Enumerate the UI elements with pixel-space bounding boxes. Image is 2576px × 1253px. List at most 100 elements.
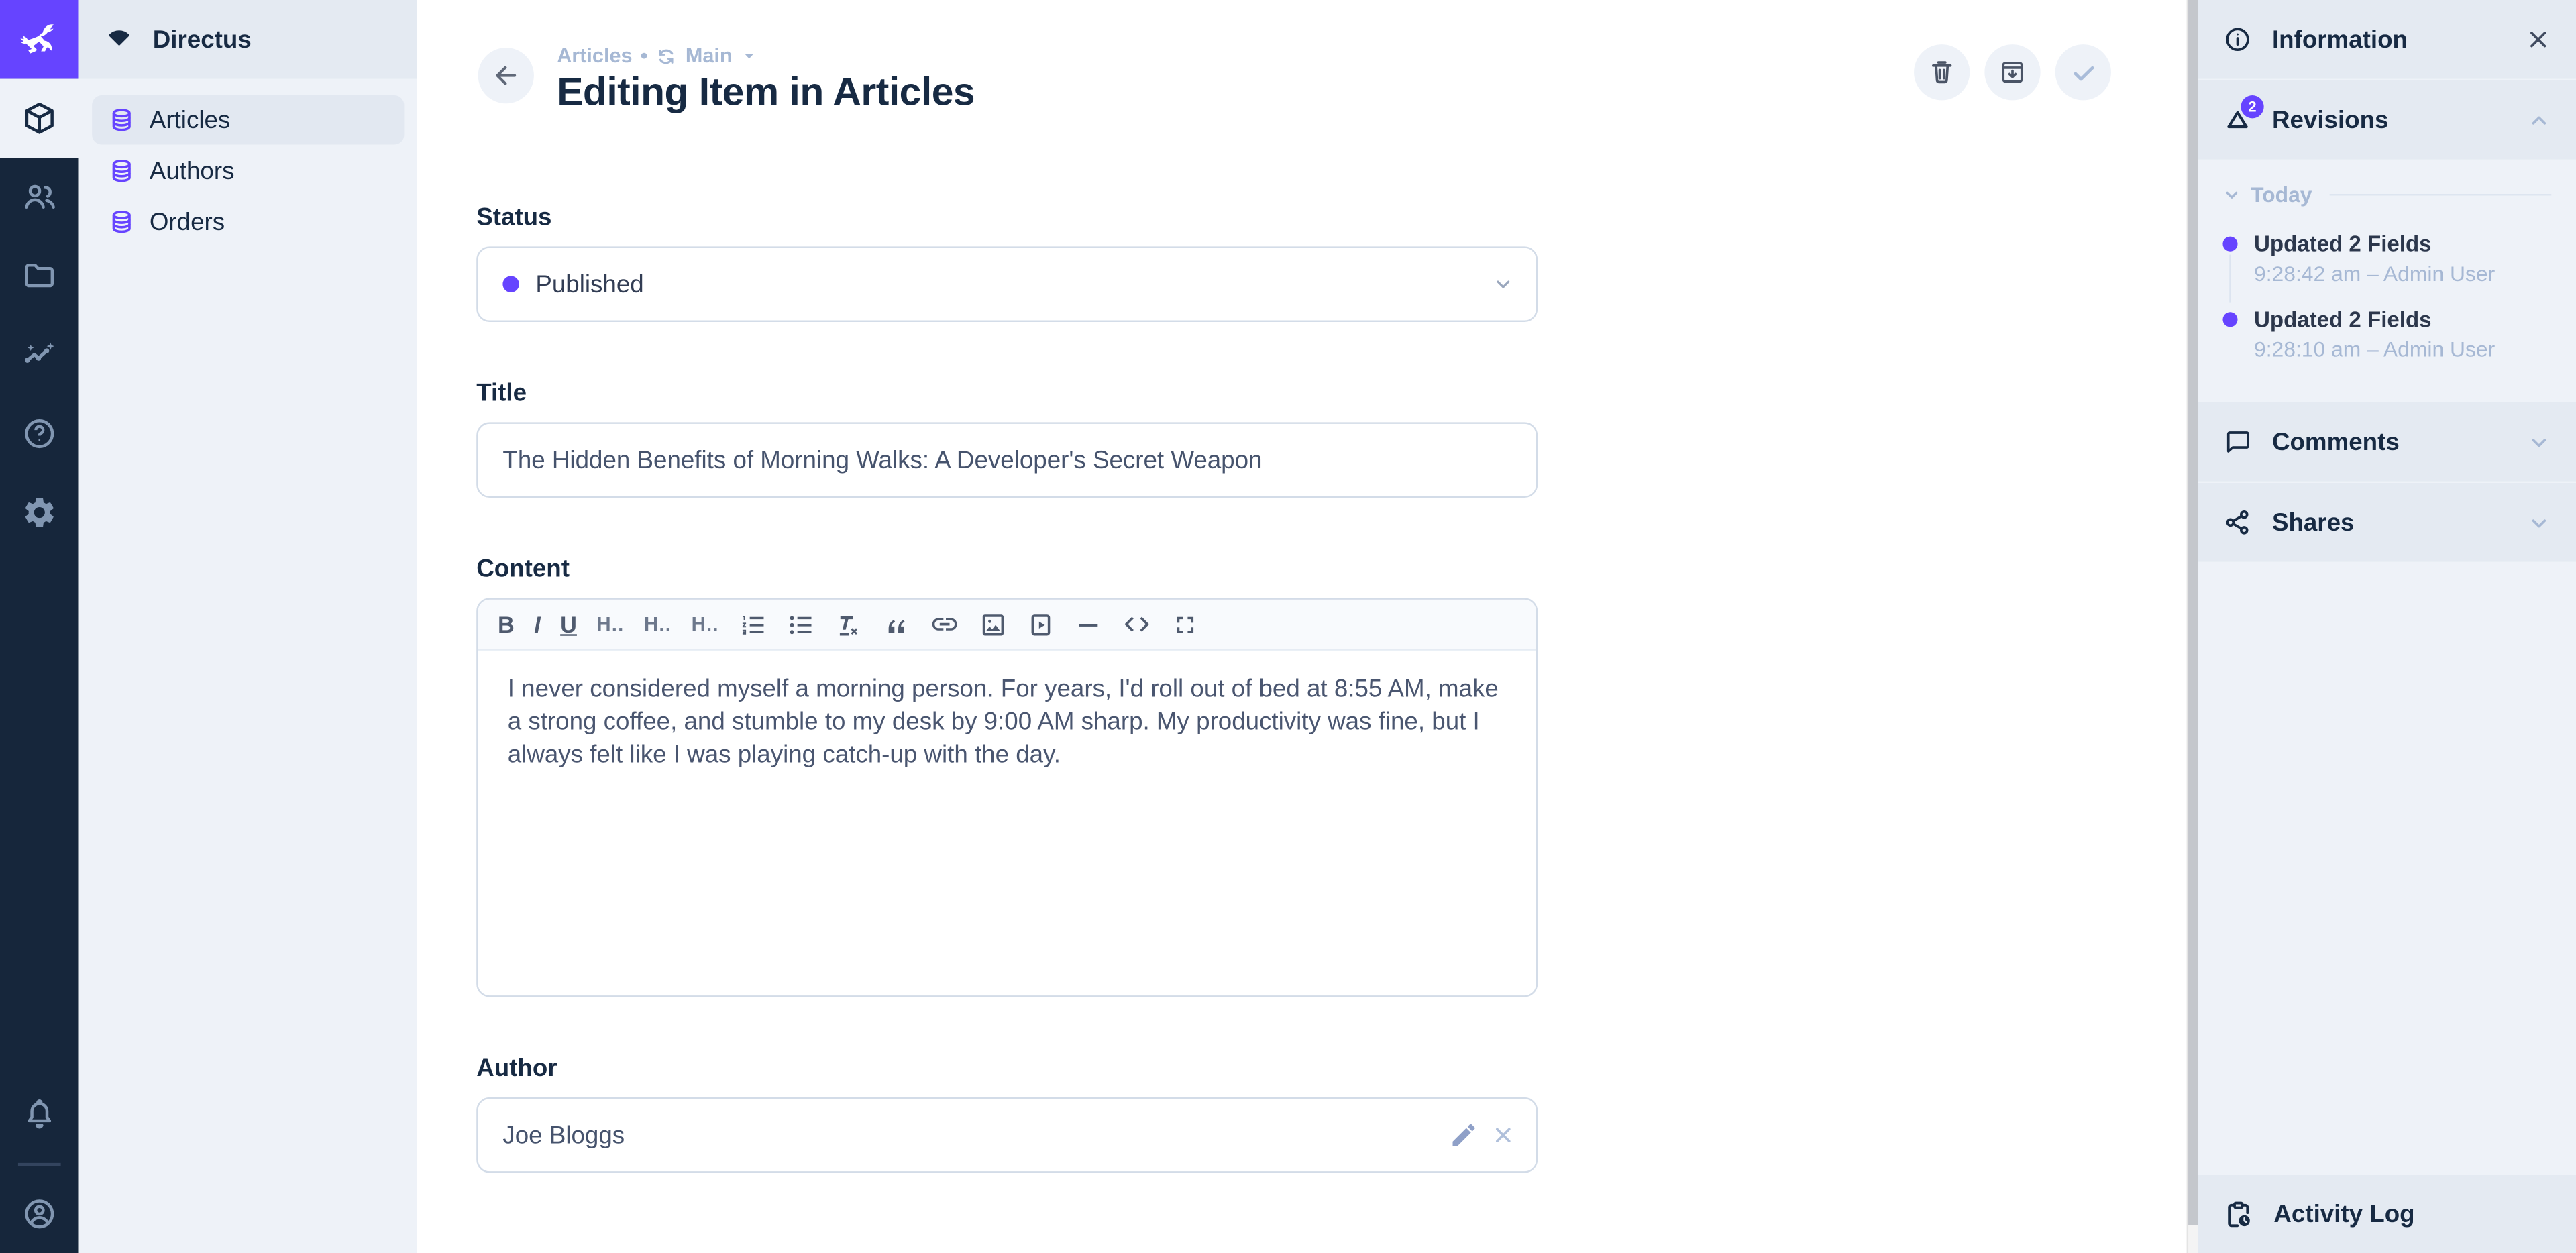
image-button[interactable]	[979, 606, 1007, 643]
info-icon	[2222, 25, 2252, 54]
bullet-list-button[interactable]	[786, 606, 814, 643]
ordered-list-button[interactable]	[739, 606, 767, 643]
module-help[interactable]	[0, 394, 79, 474]
pencil-icon	[1449, 1120, 1479, 1150]
bold-button[interactable]: B	[498, 606, 515, 643]
save-button[interactable]	[2055, 44, 2111, 100]
bell-icon	[21, 1097, 58, 1134]
nav-item-orders[interactable]: Orders	[92, 197, 404, 246]
shares-label: Shares	[2272, 508, 2507, 537]
status-dot	[502, 276, 519, 292]
bullet-list-icon	[786, 610, 814, 639]
ordered-list-icon	[739, 610, 767, 639]
breadcrumb-version[interactable]: Main	[686, 44, 733, 67]
edit-author-button[interactable]	[1449, 1120, 1479, 1150]
account-button[interactable]	[0, 1175, 79, 1253]
directus-logo[interactable]	[0, 0, 79, 79]
module-bar	[0, 0, 79, 1253]
activity-log-icon	[2222, 1199, 2254, 1230]
revision-title: Updated 2 Fields	[2254, 307, 2551, 332]
title-label: Title	[476, 380, 1538, 408]
video-button[interactable]	[1026, 606, 1055, 643]
version-sync-icon	[656, 45, 678, 66]
link-icon	[929, 610, 959, 639]
nav-item-label: Orders	[150, 208, 225, 236]
author-input[interactable]: Joe Bloggs	[476, 1097, 1538, 1173]
close-sidebar-button[interactable]	[2525, 26, 2551, 52]
activity-log-button[interactable]: Activity Log	[2198, 1175, 2576, 1253]
status-dropdown[interactable]: Published	[476, 246, 1538, 322]
revisions-group-toggle[interactable]: Today	[2222, 182, 2551, 207]
page-title: Editing Item in Articles	[557, 70, 975, 117]
module-insights[interactable]	[0, 315, 79, 394]
project-chooser[interactable]: Directus	[79, 0, 417, 79]
back-button[interactable]	[478, 48, 534, 103]
comments-section-toggle[interactable]: Comments	[2198, 402, 2576, 482]
module-files[interactable]	[0, 237, 79, 316]
italic-button[interactable]: I	[534, 606, 541, 643]
archive-button[interactable]	[1984, 44, 2040, 100]
project-name: Directus	[153, 25, 252, 54]
insights-icon	[21, 337, 58, 373]
account-circle-icon	[21, 1196, 58, 1232]
revisions-group-label: Today	[2251, 182, 2312, 207]
shares-section-toggle[interactable]: Shares	[2198, 483, 2576, 562]
item-form: Status Published Title The Hidden Benefi…	[476, 204, 1538, 1173]
revisions-section-toggle[interactable]: 2 Revisions	[2198, 80, 2576, 160]
scrollbar-thumb[interactable]	[2188, 0, 2198, 1225]
database-icon	[109, 209, 135, 235]
module-users[interactable]	[0, 158, 79, 237]
page-scrollbar	[2187, 0, 2198, 1253]
revision-entry[interactable]: Updated 2 Fields 9:28:10 am – Admin User	[2222, 307, 2551, 362]
clear-format-button[interactable]	[834, 606, 862, 643]
delete-button[interactable]	[1914, 44, 1970, 100]
link-button[interactable]	[929, 606, 959, 643]
revisions-panel: Today Updated 2 Fields 9:28:42 am – Admi…	[2198, 161, 2576, 392]
trash-icon	[1927, 58, 1957, 87]
check-icon	[2068, 56, 2099, 88]
sidebar-spacer	[2198, 563, 2576, 1173]
group-divider	[2330, 193, 2551, 196]
project-fan-icon	[103, 24, 135, 56]
share-icon	[2222, 508, 2252, 537]
fullscreen-button[interactable]	[1171, 606, 1199, 643]
heading1-button[interactable]: H..	[596, 606, 624, 643]
chevron-down-icon	[2527, 429, 2552, 454]
clear-format-icon	[834, 610, 862, 639]
author-value: Joe Bloggs	[502, 1121, 625, 1149]
author-label: Author	[476, 1054, 1538, 1083]
title-input[interactable]: The Hidden Benefits of Morning Walks: A …	[476, 422, 1538, 498]
breadcrumb-collection[interactable]: Articles	[557, 44, 632, 67]
content-label: Content	[476, 555, 1538, 584]
deselect-author-button[interactable]	[1490, 1122, 1516, 1148]
revision-entry[interactable]: Updated 2 Fields 9:28:42 am – Admin User	[2222, 231, 2551, 286]
notifications-button[interactable]	[0, 1076, 79, 1155]
editor-text-area[interactable]: I never considered myself a morning pers…	[478, 651, 1536, 995]
underline-button[interactable]: U	[560, 606, 577, 643]
information-label: Information	[2272, 25, 2506, 54]
horizontal-rule-icon	[1074, 610, 1102, 639]
code-button[interactable]	[1122, 606, 1151, 643]
video-icon	[1026, 610, 1055, 639]
content-paragraph: I never considered myself a morning pers…	[508, 675, 1499, 769]
gear-icon	[21, 494, 58, 531]
heading2-button[interactable]: H..	[644, 606, 672, 643]
heading3-button[interactable]: H..	[692, 606, 719, 643]
breadcrumb: Articles • Main	[557, 44, 975, 67]
blockquote-button[interactable]	[881, 606, 910, 643]
nav-item-articles[interactable]: Articles	[92, 95, 404, 144]
editor-toolbar: B I U H.. H.. H..	[478, 600, 1536, 651]
module-settings[interactable]	[0, 473, 79, 552]
page-header: Articles • Main Editing Item in Articles	[417, 0, 2187, 117]
breadcrumb-separator: •	[641, 44, 648, 67]
content-box-icon	[21, 100, 58, 136]
module-content[interactable]	[0, 79, 79, 158]
database-icon	[109, 107, 135, 133]
activity-log-label: Activity Log	[2273, 1200, 2414, 1228]
chevron-down-icon	[2527, 510, 2552, 535]
revisions-label: Revisions	[2272, 106, 2507, 134]
nav-item-label: Articles	[150, 106, 230, 134]
right-sidebar: Information 2 Revisions Today	[2198, 0, 2576, 1253]
nav-item-authors[interactable]: Authors	[92, 146, 404, 195]
horizontal-rule-button[interactable]	[1074, 606, 1102, 643]
